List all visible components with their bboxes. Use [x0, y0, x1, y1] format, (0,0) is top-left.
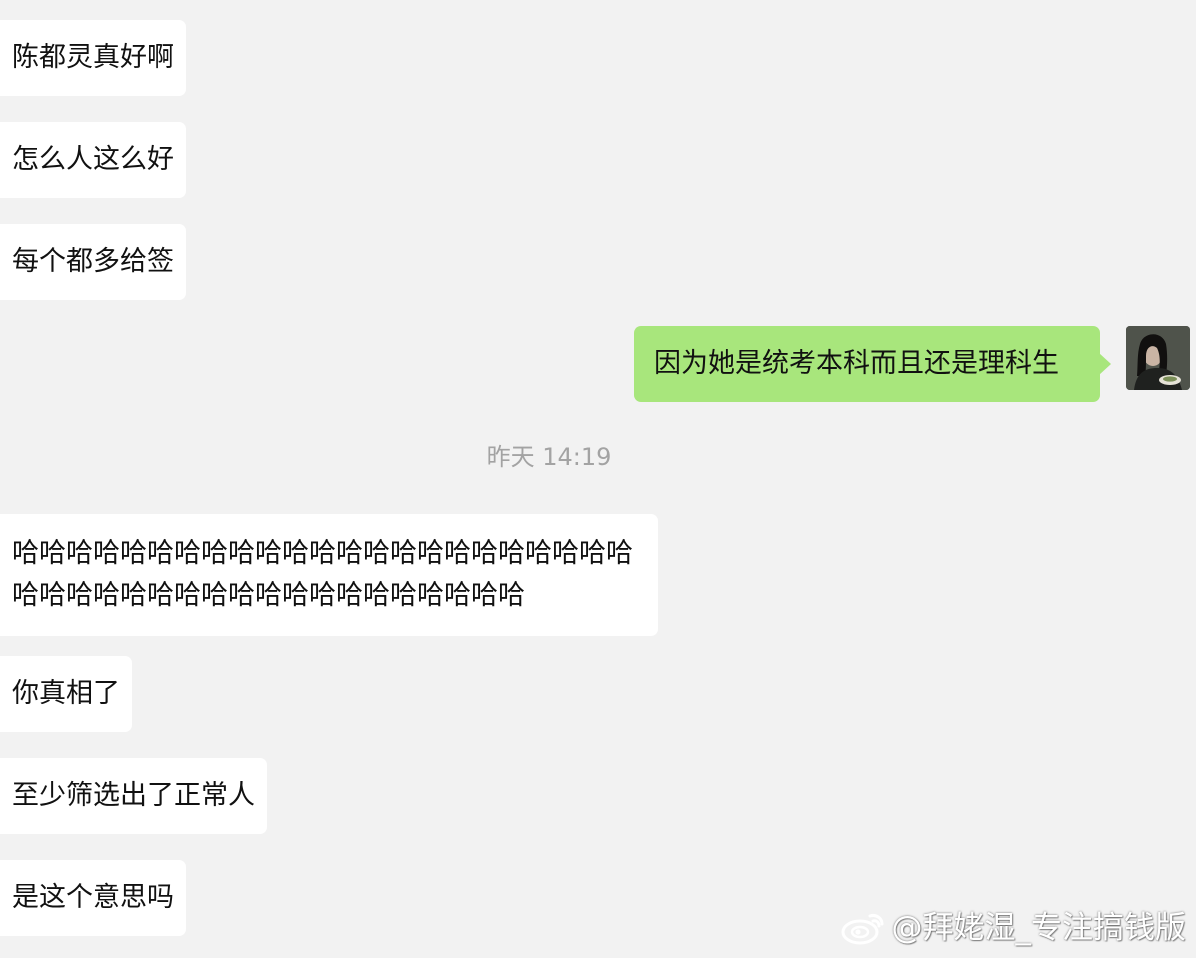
message-bubble-incoming[interactable]: 哈哈哈哈哈哈哈哈哈哈哈哈哈哈哈哈哈哈哈哈哈哈哈哈哈哈哈哈哈哈哈哈哈哈哈哈哈哈哈哈…: [0, 514, 658, 636]
message-bubble-incoming[interactable]: 陈都灵真好啊: [0, 20, 186, 96]
message-bubble-incoming[interactable]: 至少筛选出了正常人: [0, 758, 267, 834]
avatar-image: [1126, 326, 1190, 390]
message-bubble-incoming[interactable]: 你真相了: [0, 656, 132, 732]
watermark-text: @拜姥湿_专注搞钱版: [891, 910, 1187, 946]
timestamp: 昨天 14:19: [486, 443, 612, 471]
weibo-watermark: @拜姥湿_专注搞钱版: [840, 905, 1187, 951]
weibo-icon: [841, 914, 883, 945]
message-bubble-incoming[interactable]: 每个都多给签: [0, 224, 186, 300]
message-bubble-incoming[interactable]: 是这个意思吗: [0, 860, 186, 936]
user-avatar[interactable]: [1126, 326, 1190, 390]
message-bubble-outgoing[interactable]: 因为她是统考本科而且还是理科生: [634, 326, 1111, 402]
message-bubble-incoming[interactable]: 怎么人这么好: [0, 122, 186, 198]
